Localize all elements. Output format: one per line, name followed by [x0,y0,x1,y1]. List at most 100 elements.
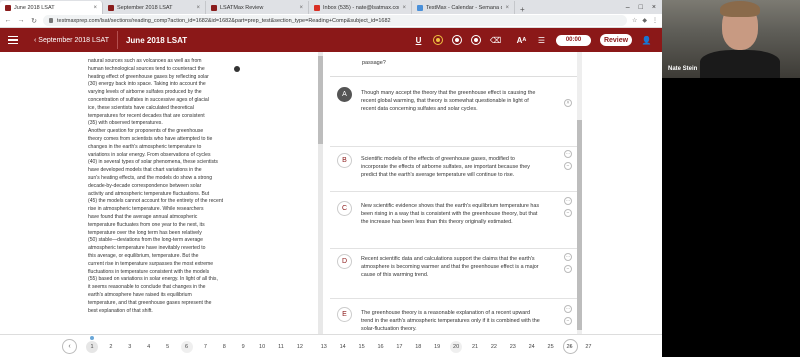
browser-tab[interactable]: June 2018 LSAT × [0,1,103,14]
timer-display[interactable]: 00:00 [556,34,591,46]
page-7[interactable]: 7 [199,341,211,353]
page-15[interactable]: 15 [356,341,368,353]
page-5[interactable]: 5 [162,341,174,353]
current-question-indicator-icon [90,336,94,340]
annotation-dot-icon[interactable] [234,66,240,72]
page-4[interactable]: 4 [143,341,155,353]
highlight-white-icon[interactable] [452,35,462,45]
answer-choice-b[interactable]: B Scientific models of the effects of gr… [330,147,577,192]
choice-letter[interactable]: E [337,307,352,322]
page-23[interactable]: 23 [507,341,519,353]
page-20[interactable]: 20 [450,341,463,353]
close-tab-icon[interactable]: × [299,5,303,11]
answers-scrollbar-thumb[interactable] [577,120,582,330]
answer-choice-a[interactable]: A Though many accept the theory that the… [330,77,577,147]
underline-icon[interactable]: U [413,35,424,46]
highlight-circle-icon[interactable] [471,35,481,45]
next-page-icon[interactable]: › [563,339,578,354]
font-size-icon[interactable]: Aᴬ [516,35,527,46]
strikeout-icon[interactable]: − [564,209,572,217]
answer-choice-c[interactable]: C New scientific evidence shows that the… [330,192,577,249]
page-17[interactable]: 17 [393,341,405,353]
page-22[interactable]: 22 [488,341,500,353]
page-25[interactable]: 25 [545,341,557,353]
page-2[interactable]: 2 [105,341,117,353]
page-19[interactable]: 19 [431,341,443,353]
choice-letter[interactable]: C [337,201,352,216]
site-favicon-icon [211,4,217,11]
page-27[interactable]: 27 [582,341,594,353]
page-24[interactable]: 24 [526,341,538,353]
passage-line: natural sources such as volcanoes as wel… [88,58,202,64]
page-3[interactable]: 3 [124,341,136,353]
browser-tab[interactable]: TestMax - Calendar - Semana d... × [412,1,515,14]
reload-icon[interactable]: ↻ [30,17,38,25]
tab-title: LSATMax Review [220,4,264,11]
close-tab-icon[interactable]: × [505,5,509,11]
page-21[interactable]: 21 [469,341,481,353]
browser-tab[interactable]: Inbox (535) - nate@lsatmax.com × [309,1,412,14]
strikeout-icon[interactable]: − [564,162,572,170]
collapse-icon[interactable]: ˄ [564,99,572,107]
choice-letter[interactable]: D [337,254,352,269]
previous-test-link[interactable]: ‹ September 2018 LSAT [34,37,109,44]
browser-tab[interactable]: LSATMax Review × [206,1,309,14]
passage-line: theory comes from scientists who have at… [88,135,213,142]
close-window-icon[interactable]: × [652,4,656,11]
address-bar: ← → ↻ testmaxprep.com/lsat/sections/read… [0,14,662,28]
page-9[interactable]: 9 [237,341,249,353]
close-tab-icon[interactable]: × [93,5,97,11]
browser-tab-bar: June 2018 LSAT × September 2018 LSAT × LSA… [0,0,662,14]
page-1[interactable]: 1 [86,341,98,353]
maximize-icon[interactable]: □ [639,4,643,11]
strikeout-icon[interactable]: − [564,317,572,325]
page-12[interactable]: 12 [294,341,306,353]
new-tab-icon[interactable]: + [515,5,530,14]
passage-line: varying levels of airborne sulfates prod… [88,89,202,96]
answer-choice-e[interactable]: E The greenhouse theory is a reasonable … [330,299,577,334]
passage-line: (50) stable—deviations from the long-ter… [88,237,203,244]
choice-letter[interactable]: B [337,153,352,168]
more-options-icon[interactable]: ⋯ [564,150,572,158]
list-icon[interactable]: ☰ [536,35,547,46]
answer-choice-d[interactable]: D Recent scientific data and calculation… [330,249,577,299]
webcam-panel: Nate Stein [662,0,800,357]
page-13[interactable]: 13 [318,341,330,353]
passage-line: rise in atmospheric temperature. While r… [88,206,204,213]
page-11[interactable]: 11 [275,341,287,353]
page-8[interactable]: 8 [218,341,230,353]
choice-letter[interactable]: A [337,87,352,102]
eraser-icon[interactable]: ⌫ [490,35,501,46]
passage-line: earth's atmosphere have raised its equil… [88,291,192,298]
passage-text: natural sources such as volcanoes as wel… [88,58,248,315]
hamburger-menu-icon[interactable] [0,35,24,45]
passage-line: human technological sources tend to coun… [88,65,205,72]
passage-line: activity and atmospheric temperature flu… [88,190,210,197]
more-options-icon[interactable]: ⋯ [564,305,572,313]
star-icon[interactable]: ☆ [632,17,637,24]
gmail-icon [314,4,320,11]
user-profile-icon[interactable]: 👤 [641,35,652,46]
menu-dots-icon[interactable]: ⋮ [652,17,658,24]
browser-tab[interactable]: September 2018 LSAT × [103,1,206,14]
minimize-icon[interactable]: – [626,4,630,11]
more-options-icon[interactable]: ⋯ [564,197,572,205]
forward-arrow-icon[interactable]: → [17,17,25,24]
close-tab-icon[interactable]: × [402,5,406,11]
passage-scrollbar-thumb[interactable] [318,56,323,144]
page-14[interactable]: 14 [337,341,349,353]
page-10[interactable]: 10 [256,341,268,353]
strikeout-icon[interactable]: − [564,265,572,273]
extension-icon[interactable]: ◆ [642,17,647,24]
page-18[interactable]: 18 [412,341,424,353]
more-options-icon[interactable]: ⋯ [564,253,572,261]
choice-text: The greenhouse theory is a reasonable ex… [361,310,540,332]
back-arrow-icon[interactable]: ← [4,17,12,24]
previous-page-icon[interactable]: ‹ [62,339,77,354]
url-field[interactable]: testmaxprep.com/lsat/sections/reading_co… [43,15,627,26]
page-16[interactable]: 16 [375,341,387,353]
highlight-yellow-icon[interactable] [433,35,443,45]
review-button[interactable]: Review [600,34,632,46]
close-tab-icon[interactable]: × [196,5,200,11]
page-6[interactable]: 6 [180,341,193,353]
